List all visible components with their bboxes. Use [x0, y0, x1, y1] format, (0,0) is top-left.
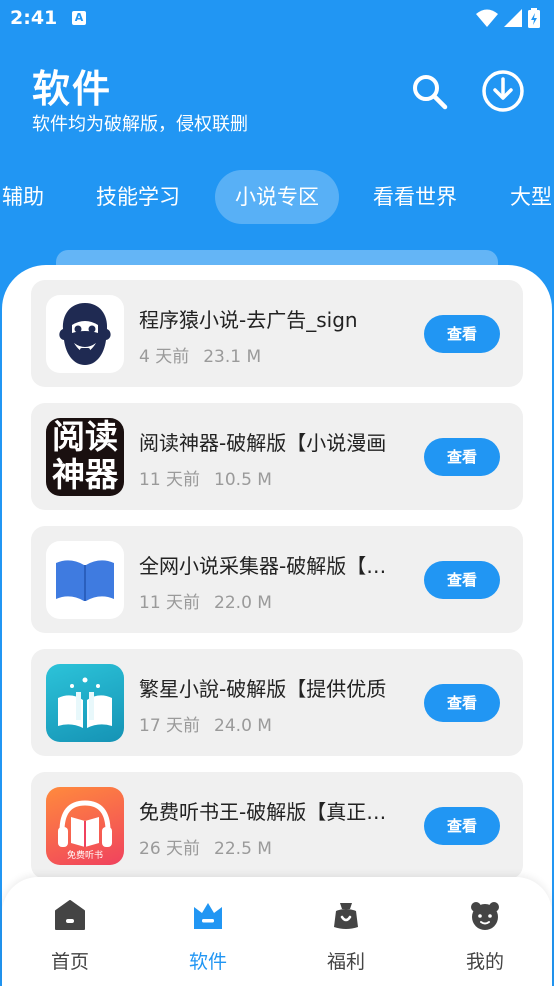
- nav-profile-label: 我的: [465, 951, 504, 973]
- list-item[interactable]: 繁星小說-破解版【提供优质 17 天前 24.0 M 查看: [31, 649, 523, 756]
- search-icon: [413, 75, 448, 110]
- app-meta: 11 天前 22.0 M: [139, 588, 272, 613]
- app-name: 程序猿小说-去广告_sign: [139, 308, 358, 332]
- app-size: 22.0 M: [214, 593, 272, 613]
- wifi-icon: [476, 9, 498, 27]
- nav-home[interactable]: 首页: [30, 897, 110, 974]
- nav-benefits-label: 福利: [326, 951, 365, 973]
- app-name: 全网小说采集器-破解版【畅读: [139, 554, 401, 578]
- nav-software[interactable]: 软件: [168, 897, 248, 974]
- nav-profile[interactable]: 我的: [445, 897, 525, 974]
- software-icon: [194, 903, 222, 929]
- download-icon: [482, 70, 524, 112]
- app-size: 10.5 M: [214, 470, 272, 490]
- status-time: 2:41: [10, 7, 58, 29]
- search-button[interactable]: [408, 70, 452, 114]
- app-meta: 11 天前 10.5 M: [139, 465, 272, 490]
- nav-home-label: 首页: [50, 951, 89, 973]
- view-button[interactable]: 查看: [424, 438, 500, 476]
- open-book-icon: [46, 541, 124, 619]
- profile-icon: [471, 902, 499, 930]
- app-age: 17 天前: [139, 716, 201, 736]
- list-item[interactable]: 全网小说采集器-破解版【畅读 11 天前 22.0 M 查看: [31, 526, 523, 633]
- nav-software-label: 软件: [188, 951, 227, 973]
- app-age: 4 天前: [139, 347, 190, 367]
- tab-skills[interactable]: 技能学习: [96, 170, 180, 224]
- status-icons: [476, 8, 540, 28]
- download-button[interactable]: [480, 68, 524, 112]
- reading-artifact-icon: 阅读 神器: [46, 418, 124, 496]
- list-item[interactable]: 免费听书 免费听书王-破解版【真正免费 26 天前 22.5 M 查看: [31, 772, 523, 879]
- tab-assist[interactable]: 辅助: [2, 170, 44, 224]
- home-icon: [55, 900, 85, 930]
- app-name: 阅读神器-破解版【小说漫画: [139, 431, 387, 455]
- app-meta: 26 天前 22.5 M: [139, 834, 272, 859]
- category-tabs: 辅助 技能学习 小说专区 看看世界 大型: [0, 170, 554, 226]
- list-item[interactable]: 程序猿小说-去广告_sign 4 天前 23.1 M 查看: [31, 280, 523, 387]
- app-age: 11 天前: [139, 470, 201, 490]
- app-age: 11 天前: [139, 593, 201, 613]
- tab-novels[interactable]: 小说专区: [215, 170, 339, 224]
- view-button[interactable]: 查看: [424, 684, 500, 722]
- page-title: 软件: [32, 67, 113, 111]
- gift-bag-icon: [334, 903, 358, 929]
- list-item[interactable]: 阅读 神器 阅读神器-破解版【小说漫画 11 天前 10.5 M 查看: [31, 403, 523, 510]
- view-button[interactable]: 查看: [424, 561, 500, 599]
- signal-icon: [504, 9, 522, 27]
- star-book-icon: [46, 664, 124, 742]
- battery-icon: [528, 8, 540, 28]
- app-meta: 17 天前 24.0 M: [139, 711, 272, 736]
- app-meta: 4 天前 23.1 M: [139, 342, 261, 367]
- tab-large[interactable]: 大型: [510, 170, 552, 224]
- monkey-logo-icon: [46, 295, 124, 373]
- app-size: 24.0 M: [214, 716, 272, 736]
- status-bar: 2:41 A: [0, 0, 554, 36]
- notification-icon: A: [72, 11, 86, 25]
- app-name: 繁星小說-破解版【提供优质: [139, 677, 387, 701]
- app-size: 22.5 M: [214, 839, 272, 859]
- audiobook-icon: 免费听书: [46, 787, 124, 865]
- bottom-nav: 首页 软件 福利 我的: [2, 877, 552, 986]
- app-size: 23.1 M: [203, 347, 262, 367]
- view-button[interactable]: 查看: [424, 807, 500, 845]
- tab-world[interactable]: 看看世界: [373, 170, 457, 224]
- view-button[interactable]: 查看: [424, 315, 500, 353]
- app-age: 26 天前: [139, 839, 201, 859]
- page-subtitle: 软件均为破解版，侵权联删: [32, 114, 248, 135]
- app-name: 免费听书王-破解版【真正免费: [139, 800, 401, 824]
- nav-benefits[interactable]: 福利: [306, 897, 386, 974]
